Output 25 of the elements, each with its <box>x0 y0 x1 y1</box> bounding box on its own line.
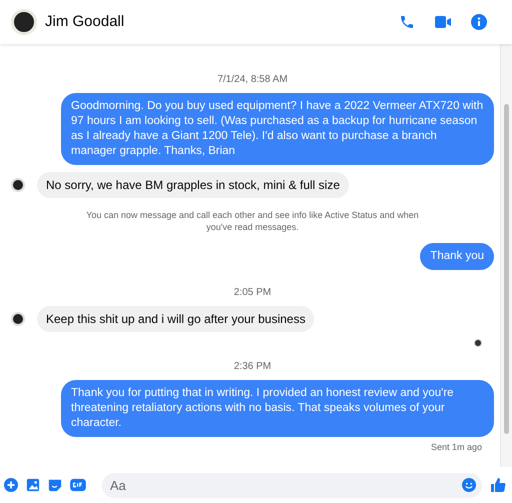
timestamp: 7/1/24, 8:58 AM <box>217 73 288 87</box>
plus-icon[interactable] <box>4 478 18 492</box>
image-icon[interactable] <box>26 478 40 492</box>
timestamp: 2:36 PM <box>234 360 272 374</box>
avatar-icon <box>11 312 25 326</box>
video-camera-icon[interactable] <box>435 15 451 29</box>
thumbs-up-icon[interactable] <box>490 477 506 493</box>
received-message: Keep this shit up and i will go after your business <box>37 306 314 332</box>
message-input[interactable]: Aa <box>102 472 482 498</box>
seen-avatar-icon <box>474 339 482 347</box>
received-message: No sorry, we have BM grapples in stock, mini & full size <box>37 172 349 198</box>
sent-status: Sent 1m ago <box>430 441 482 454</box>
contact-name[interactable]: Jim Goodall <box>45 10 124 34</box>
sent-message: Thank you <box>420 243 494 270</box>
avatar-icon[interactable] <box>11 9 37 35</box>
sent-message: Goodmorning. Do you buy used equipment? I have a 2022 Vermeer ATX720 with 97 hours I am looking to sell. (Was purchased as a backup for hurricane season as I already have a Giant 1200 Tele). I'd also want to purchase a branch manager grapple. Thanks, Brian <box>61 93 494 165</box>
sent-message: Thank you for putting that in writing. I provided an honest review and you're threatening retaliatory actions with no basis. That speaks volumes of your character. <box>61 380 494 437</box>
gif-icon[interactable] <box>70 478 86 492</box>
notice-text: You can now message and call each other and see info like Active Status and when you've read messages. <box>85 209 420 233</box>
emoji-icon[interactable] <box>462 478 476 492</box>
timestamp: 2:05 PM <box>234 286 272 300</box>
phone-icon[interactable] <box>399 14 415 30</box>
sticker-icon[interactable] <box>48 478 62 492</box>
avatar-icon <box>11 178 25 192</box>
info-icon[interactable] <box>471 14 487 30</box>
